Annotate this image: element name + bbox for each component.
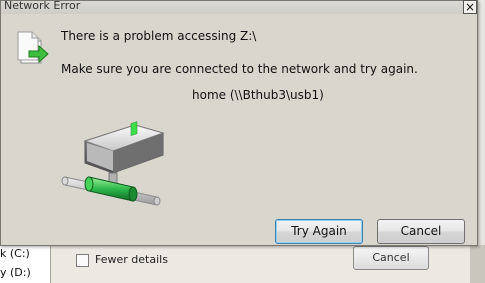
drive-c-item[interactable]: k (C:) xyxy=(0,247,30,260)
background-cancel-button[interactable]: Cancel xyxy=(353,246,429,270)
try-again-button[interactable]: Try Again xyxy=(275,219,363,244)
error-message-detail: Make sure you are connected to the netwo… xyxy=(61,62,418,76)
error-message-title: There is a problem accessing Z:\ xyxy=(61,29,257,43)
screen: k (C:) y (D:) Fewer details Cancel Netwo… xyxy=(0,0,485,283)
network-error-dialog: Network Error × There is a problem acces… xyxy=(0,0,478,246)
close-button[interactable]: × xyxy=(463,0,477,14)
fewer-details-label: Fewer details xyxy=(95,253,168,266)
fewer-details-checkbox[interactable] xyxy=(76,254,89,267)
cancel-button[interactable]: Cancel xyxy=(377,219,465,244)
dialog-titlebar[interactable]: Network Error × xyxy=(1,0,477,14)
drive-d-item[interactable]: y (D:) xyxy=(0,266,31,279)
dialog-title: Network Error xyxy=(4,0,81,12)
network-drive-icon xyxy=(59,119,171,207)
document-arrow-icon xyxy=(15,29,55,69)
network-path-label: home (\\Bthub3\usb1) xyxy=(192,88,324,102)
close-icon: × xyxy=(464,0,476,14)
background-edge xyxy=(470,245,485,283)
